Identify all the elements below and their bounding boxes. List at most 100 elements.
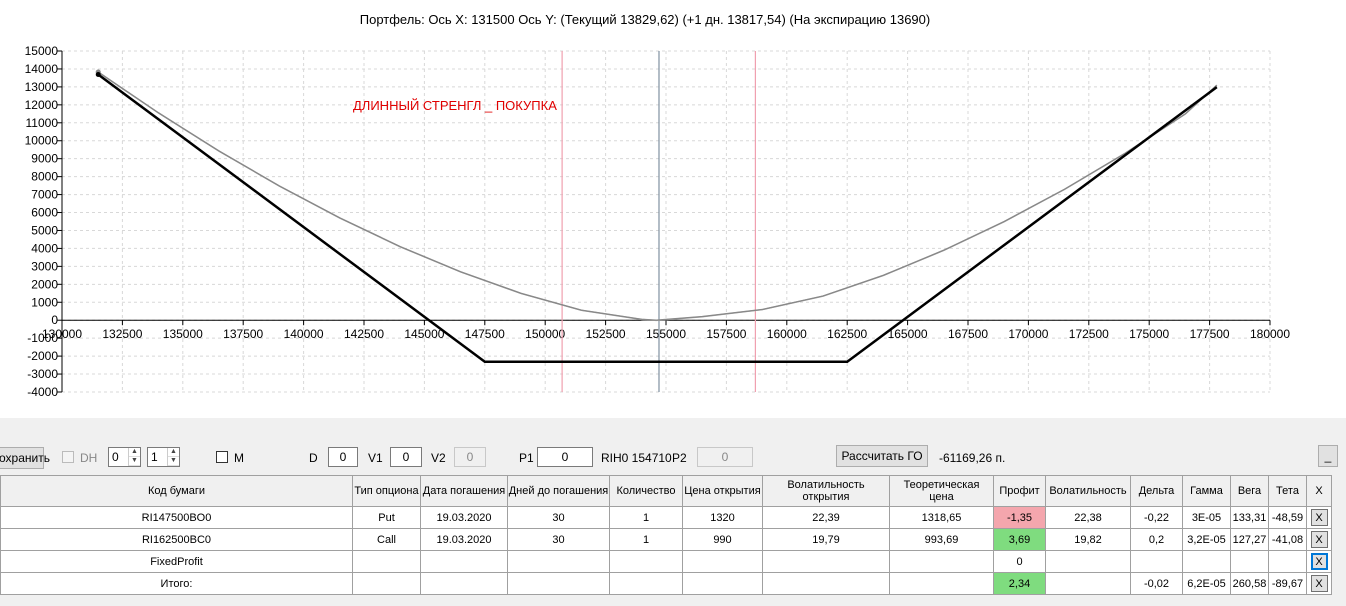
col-header-theta[interactable]: Тета [1268,475,1307,507]
cell-qty[interactable] [609,572,683,595]
cell-gamma[interactable]: 6,2E-05 [1182,572,1231,595]
cell-vega[interactable]: 127,27 [1230,528,1269,551]
cell-gamma[interactable]: 3,2E-05 [1182,528,1231,551]
y-tick-label: 4000 [31,241,58,255]
cell-gamma[interactable] [1182,550,1231,573]
cell-delta[interactable]: -0,22 [1130,506,1183,529]
delete-row-button[interactable]: X [1310,553,1328,570]
table-row[interactable]: FixedProfit 0 X [0,550,1332,573]
cell-type[interactable] [352,550,421,573]
cell-vol-open[interactable] [762,572,890,595]
cell-date[interactable]: 19.03.2020 [420,528,508,551]
cell-vol[interactable] [1045,550,1131,573]
spin-2-value: 1 [151,450,158,464]
calculate-go-button[interactable]: Рассчитать ГО [836,445,928,467]
cell-vega[interactable]: 133,31 [1230,506,1269,529]
payoff-chart: 1500014000130001200011000100009000800070… [25,44,1291,399]
cell-type[interactable]: Call [352,528,421,551]
spin-down-icon[interactable]: ▼ [129,457,140,466]
cell-code[interactable]: Итого: [0,572,353,595]
cell-vol[interactable] [1045,572,1131,595]
m-checkbox[interactable] [216,451,228,463]
cell-theor[interactable] [889,550,994,573]
cell-type[interactable] [352,572,421,595]
cell-code[interactable]: RI162500BC0 [0,528,353,551]
cell-price[interactable]: 990 [682,528,763,551]
cell-profit[interactable]: 3,69 [993,528,1046,551]
cell-days[interactable] [507,550,610,573]
spin-1[interactable]: 0 ▲ ▼ [108,447,141,467]
cell-theor[interactable] [889,572,994,595]
table-row[interactable]: RI162500BC0 Call 19.03.2020 30 1 990 19,… [0,528,1332,551]
cell-theor[interactable]: 993,69 [889,528,994,551]
cell-vol-open[interactable]: 19,79 [762,528,890,551]
cell-price[interactable]: 1320 [682,506,763,529]
spin-2[interactable]: 1 ▲ ▼ [147,447,180,467]
v2-input[interactable]: 0 [454,447,486,467]
delete-row-button[interactable]: X [1310,509,1328,526]
col-header-profit[interactable]: Профит [993,475,1046,507]
col-header-price[interactable]: Цена открытия [682,475,763,507]
cell-theta[interactable]: -48,59 [1268,506,1307,529]
cell-vol[interactable]: 22,38 [1045,506,1131,529]
col-header-gamma[interactable]: Гамма [1182,475,1231,507]
cell-delta[interactable]: -0,02 [1130,572,1183,595]
cell-qty[interactable] [609,550,683,573]
cell-profit[interactable]: 0 [993,550,1046,573]
col-header-qty[interactable]: Количество [609,475,683,507]
cell-theor[interactable]: 1318,65 [889,506,994,529]
spin-up-icon[interactable]: ▲ [168,448,179,457]
cell-code[interactable]: FixedProfit [0,550,353,573]
col-header-vol-open[interactable]: Волатильность открытия [762,475,890,507]
cell-delta[interactable]: 0,2 [1130,528,1183,551]
cell-gamma[interactable]: 3E-05 [1182,506,1231,529]
cell-price[interactable] [682,550,763,573]
cell-vol[interactable]: 19,82 [1045,528,1131,551]
col-header-x[interactable]: X [1306,475,1332,507]
d-input[interactable]: 0 [328,447,358,467]
cell-price[interactable] [682,572,763,595]
cell-type[interactable]: Put [352,506,421,529]
cell-days[interactable]: 30 [507,528,610,551]
table-row[interactable]: RI147500BO0 Put 19.03.2020 30 1 1320 22,… [0,506,1332,529]
dh-label: DH [80,451,98,465]
cell-days[interactable]: 30 [507,506,610,529]
save-button[interactable]: охранить [0,447,50,469]
cell-theta[interactable]: -41,08 [1268,528,1307,551]
col-header-delta[interactable]: Дельта [1130,475,1183,507]
p1-input[interactable]: 0 [537,447,593,467]
cell-qty[interactable]: 1 [609,528,683,551]
cell-delta[interactable] [1130,550,1183,573]
col-header-code[interactable]: Код бумаги [0,475,353,507]
cell-theta[interactable]: -89,67 [1268,572,1307,595]
dh-checkbox[interactable] [62,451,74,463]
spin-up-icon[interactable]: ▲ [129,448,140,457]
col-header-type[interactable]: Тип опциона [352,475,421,507]
cell-vol-open[interactable]: 22,39 [762,506,890,529]
cell-date[interactable]: 19.03.2020 [420,506,508,529]
delete-row-button[interactable]: X [1310,531,1328,548]
col-header-days[interactable]: Дней до погашения [507,475,610,507]
cell-date[interactable] [420,572,508,595]
delete-row-button[interactable]: X [1310,575,1328,592]
col-header-theor[interactable]: Теоретическая цена [889,475,994,507]
cell-vega[interactable]: 260,58 [1230,572,1269,595]
cell-theta[interactable] [1268,550,1307,573]
cell-days[interactable] [507,572,610,595]
cell-date[interactable] [420,550,508,573]
spin-down-icon[interactable]: ▼ [168,457,179,466]
col-header-date[interactable]: Дата погашения [420,475,508,507]
cell-qty[interactable]: 1 [609,506,683,529]
cell-vega[interactable] [1230,550,1269,573]
cell-vol-open[interactable] [762,550,890,573]
cell-code[interactable]: RI147500BO0 [0,506,353,529]
table-row[interactable]: Итого: 2,34 -0,02 6,2E-05 260,58 -89,67 … [0,572,1332,595]
y-tick-label: 15000 [25,44,59,58]
cell-profit[interactable]: 2,34 [993,572,1046,595]
cell-profit[interactable]: -1,35 [993,506,1046,529]
minimize-button[interactable]: _ [1318,445,1338,467]
col-header-vega[interactable]: Вега [1230,475,1269,507]
p2-input[interactable]: 0 [697,447,753,467]
col-header-vol[interactable]: Волатильность [1045,475,1131,507]
v1-input[interactable]: 0 [390,447,422,467]
